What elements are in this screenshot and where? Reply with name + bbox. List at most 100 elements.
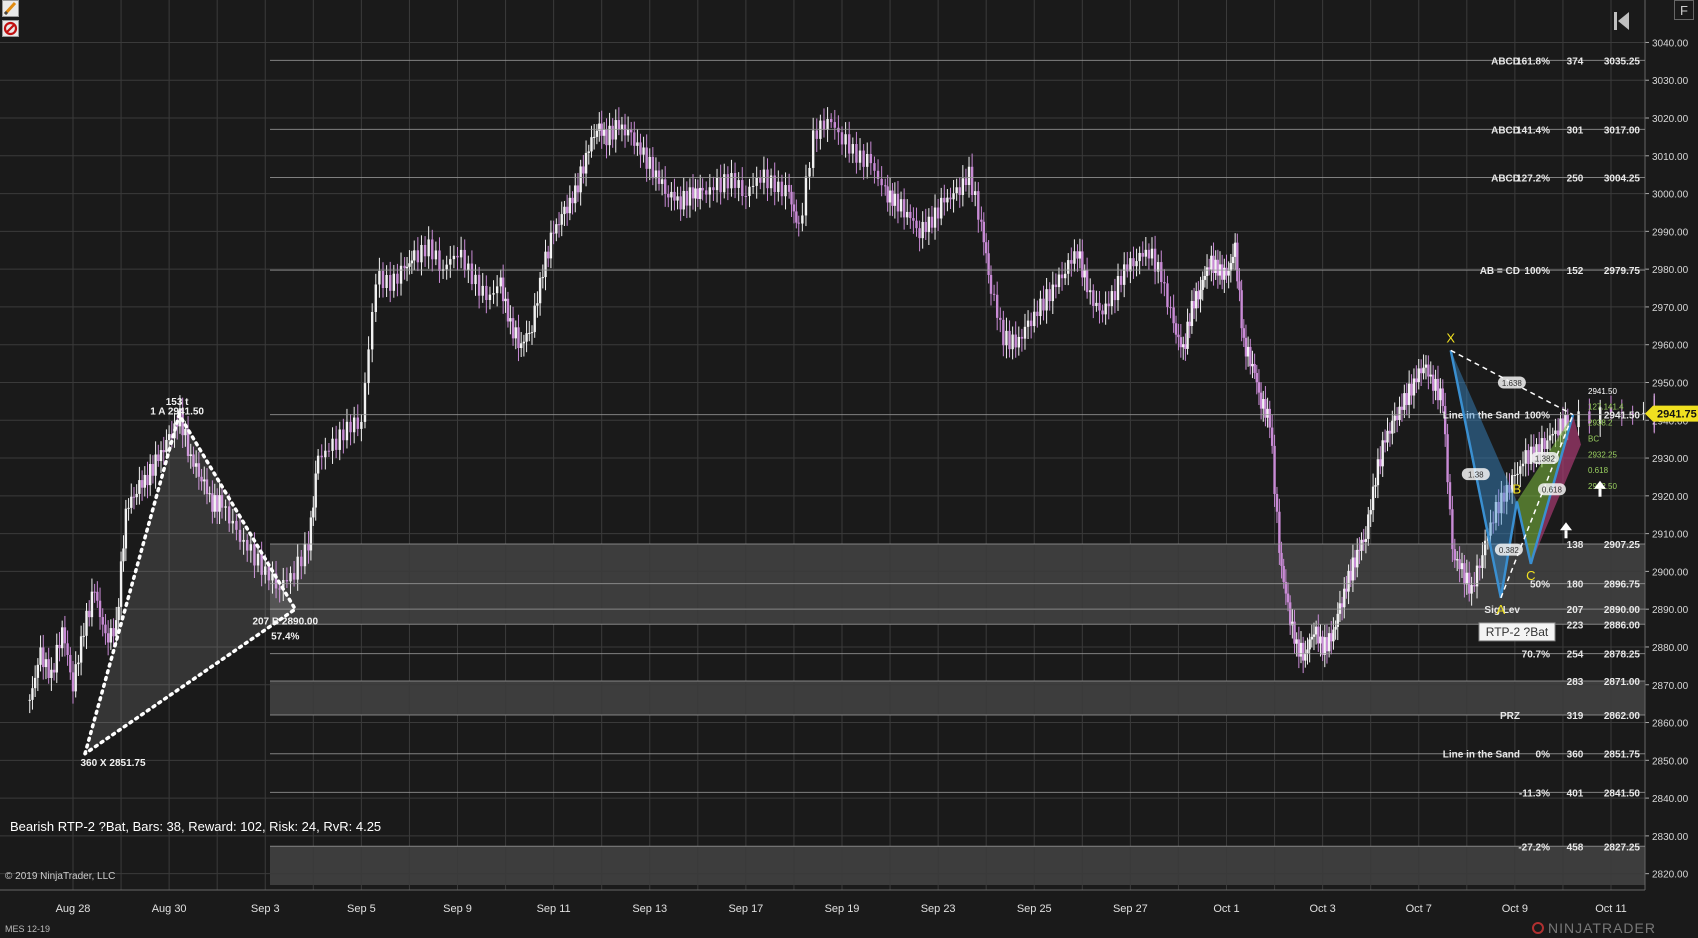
brand-logo: NINJATRADER: [1532, 920, 1656, 936]
level-price: 2979.75: [1604, 266, 1641, 277]
y-tick-label: 2890.00: [1652, 605, 1689, 616]
level-price: 2862.00: [1604, 711, 1641, 722]
candle-body: [165, 439, 168, 453]
candle-body: [837, 127, 840, 133]
pencil-icon[interactable]: [2, 0, 19, 17]
candle-body: [1177, 334, 1180, 338]
candle-body: [157, 454, 160, 462]
candle-body: [1436, 378, 1440, 401]
no-entry-icon[interactable]: [2, 20, 19, 37]
candle-body: [1412, 378, 1416, 396]
candle-body: [106, 633, 110, 643]
candle-body: [946, 197, 949, 203]
candle-body: [1273, 445, 1276, 494]
price-chart[interactable]: 2820.00 2830.00 2840.00 2850.00 2860.00 2870.…: [0, 0, 1698, 938]
candle-body: [726, 174, 730, 189]
candle-body: [1427, 364, 1430, 377]
candle-body: [943, 197, 946, 203]
candle-body: [808, 167, 811, 177]
candle-body: [316, 455, 320, 474]
candle-body: [146, 474, 149, 486]
candle-body: [1150, 248, 1154, 259]
candle-body: [921, 221, 924, 239]
candle-body: [1186, 321, 1189, 349]
candle-body: [1383, 440, 1387, 443]
candle-body: [1369, 510, 1372, 515]
candle-body: [1262, 399, 1265, 409]
f-button[interactable]: F: [1674, 0, 1694, 20]
candle-body: [63, 627, 67, 644]
candle-body: [1391, 420, 1394, 434]
candle-body: [58, 644, 61, 649]
candle-body: [378, 270, 381, 285]
candle-body: [104, 624, 107, 634]
candle-body: [292, 573, 296, 580]
candle-body: [1081, 251, 1084, 278]
candle-body: [1429, 374, 1432, 377]
candle-body: [1207, 267, 1211, 270]
candle-body: [1197, 291, 1200, 300]
candle-body: [748, 186, 751, 197]
candle-body: [122, 548, 125, 562]
candle-body: [300, 556, 303, 567]
candle-body: [708, 187, 712, 195]
candle-body: [1242, 328, 1246, 338]
candle-body: [1642, 412, 1645, 414]
x-tick-label: Sep 27: [1113, 903, 1148, 915]
level-price: 3004.25: [1604, 174, 1641, 185]
candle-body: [124, 508, 128, 549]
candle-body: [1205, 267, 1209, 276]
candle-body: [1182, 344, 1185, 348]
candle-body: [1453, 549, 1456, 561]
candle-body: [751, 185, 755, 187]
candle-body: [940, 197, 943, 219]
candle-body: [915, 220, 918, 229]
candle-body: [438, 250, 441, 271]
candle-body: [587, 151, 590, 153]
candle-body: [463, 249, 466, 271]
skip-to-start-icon[interactable]: [1612, 10, 1632, 32]
y-tick-label: 2830.00: [1652, 832, 1689, 843]
candle-body: [1330, 633, 1333, 642]
candle-body: [1353, 557, 1357, 568]
level-price: 2907.25: [1604, 540, 1641, 551]
candle-body: [1388, 430, 1392, 434]
candle-body: [312, 507, 315, 518]
candle-body: [1174, 323, 1178, 335]
candle-body: [1163, 282, 1166, 284]
candle-body: [533, 305, 536, 333]
level-percent: 141.4%: [1516, 125, 1550, 136]
candle-body: [1317, 626, 1320, 644]
candle-body: [1054, 284, 1058, 288]
candle-body: [42, 647, 45, 668]
level-bars: 152: [1567, 266, 1584, 277]
candle-body: [902, 199, 906, 218]
candle-body: [851, 144, 855, 154]
candle-body: [1233, 242, 1237, 257]
x-tick-label: Aug 30: [152, 903, 187, 915]
candle-body: [1268, 408, 1271, 428]
candle-body: [363, 383, 367, 422]
candle-body: [517, 327, 520, 349]
candle-body: [367, 349, 370, 384]
candle-body: [127, 507, 130, 509]
candle-body: [801, 215, 804, 224]
candle-body: [1166, 283, 1169, 308]
candle-body: [1513, 474, 1517, 476]
candle-body: [1379, 459, 1382, 467]
candle-body: [1246, 346, 1250, 357]
candle-body: [514, 327, 517, 339]
candle-body: [759, 177, 762, 183]
candle-body: [44, 659, 48, 668]
candle-body: [1543, 438, 1546, 449]
candle-body: [307, 543, 310, 551]
candle-body: [1540, 438, 1544, 455]
candle-body: [762, 169, 766, 183]
last-price-label: 2941.75: [1657, 409, 1697, 421]
candle-body: [1293, 621, 1296, 644]
candle-body: [1255, 373, 1258, 383]
candle-body: [639, 142, 642, 155]
pattern-label: 207 B 2890.00: [252, 616, 318, 627]
ratio-label: 1.38: [1468, 471, 1484, 480]
candle-body: [159, 450, 163, 462]
